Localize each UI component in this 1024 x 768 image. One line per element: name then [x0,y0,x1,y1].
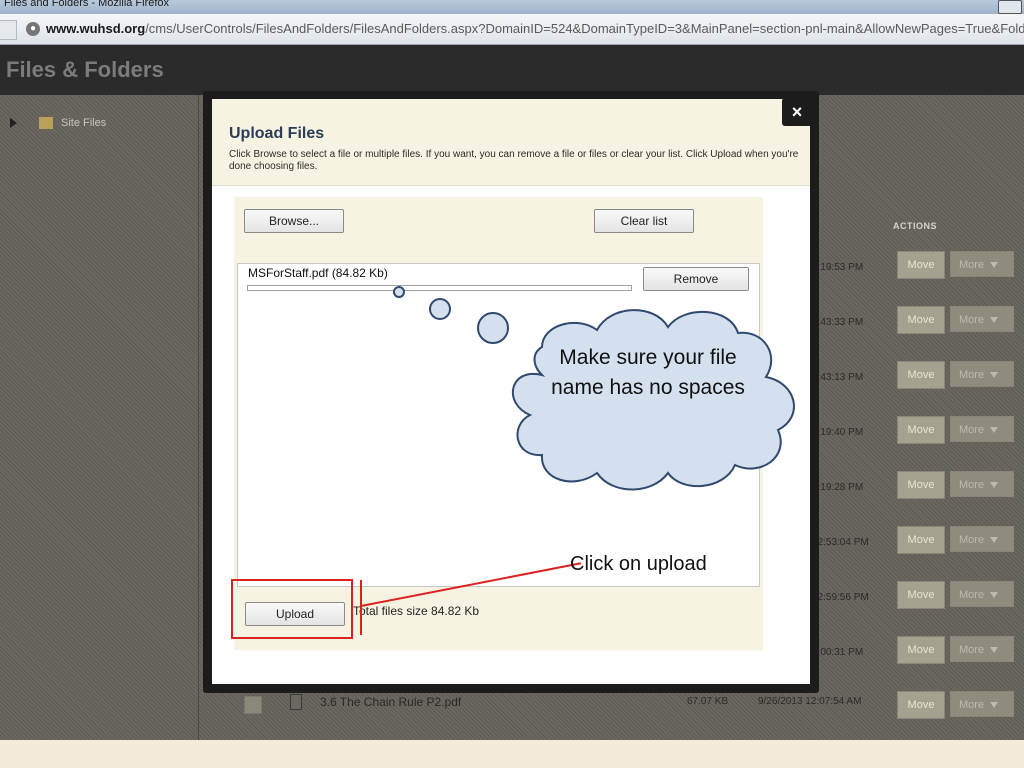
file-size: 67.07 KB [687,696,729,707]
window-title: Files and Folders - Mozilla Firefox [4,0,170,9]
more-button[interactable]: More [950,636,1014,662]
move-button[interactable]: Move [897,471,945,499]
more-label: More [959,644,985,656]
more-button[interactable]: More [950,691,1014,717]
row-time: 3:19:40 PM [812,427,864,438]
caret-down-icon [990,427,999,434]
move-button[interactable]: Move [897,581,945,609]
move-button[interactable]: Move [897,636,945,664]
tree-item-site-files[interactable]: Site Files [10,117,107,130]
caret-down-icon [990,262,999,269]
more-label: More [959,314,985,326]
thought-bubble-medium [429,298,451,320]
row-time: 3:19:53 PM [812,262,864,273]
dialog-header: Upload Files Click Browse to select a fi… [212,99,810,186]
url-text[interactable]: www.wuhsd.org/cms/UserControls/FilesAndF… [46,21,1024,36]
more-button[interactable]: More [950,471,1014,497]
move-button[interactable]: Move [897,691,945,719]
caret-down-icon [990,702,999,709]
more-button[interactable]: More [950,306,1014,332]
move-button[interactable]: Move [897,416,945,444]
caret-down-icon [990,317,999,324]
folder-sidebar: Site Files [0,95,199,740]
folder-icon [39,117,53,130]
dialog-title: Upload Files [229,125,325,142]
upload-highlight-box [231,579,353,639]
callout-line-vertical [360,580,362,635]
more-label: More [959,589,985,601]
file-name[interactable]: 3.6 The Chain Rule P2.pdf [320,695,461,709]
dialog-description: Click Browse to select a file or multipl… [229,149,799,172]
globe-icon: ● [26,22,40,36]
caret-down-icon [990,537,999,544]
row-time: 12:59:56 PM [812,592,869,603]
caret-down-icon [990,592,999,599]
file-entry: MSForStaff.pdf (84.82 Kb) [248,266,388,280]
row-time: 2:43:33 PM [812,317,864,328]
thought-bubble-small [393,286,405,298]
browse-button[interactable]: Browse... [244,209,344,233]
thought-bubble-large [477,312,509,344]
file-icon [290,694,302,710]
bottom-strip [0,740,1024,768]
move-button[interactable]: Move [897,251,945,279]
window-control-button[interactable] [998,0,1022,14]
move-button[interactable]: Move [897,306,945,334]
row-time: 2:43:13 PM [812,372,864,383]
cloud-text: Make sure your file name has no spaces [551,346,745,399]
sidebar-toggle-tab[interactable] [0,20,17,40]
more-label: More [959,424,985,436]
more-label: More [959,259,985,271]
more-button[interactable]: More [950,416,1014,442]
window-title-bar: Files and Folders - Mozilla Firefox [0,0,1024,14]
more-label: More [959,369,985,381]
file-date: 9/26/2013 12:07:54 AM [758,696,862,707]
caret-down-icon [990,482,999,489]
caret-down-icon [990,372,999,379]
clear-list-button[interactable]: Clear list [594,209,694,233]
page-title: Files & Folders [6,57,164,82]
row-checkbox[interactable] [244,696,262,714]
more-button[interactable]: More [950,251,1014,277]
row-time: 1:00:31 PM [812,647,864,658]
row-time: 12:53:04 PM [812,537,869,548]
close-icon[interactable]: × [782,98,812,126]
more-label: More [959,479,985,491]
more-button[interactable]: More [950,361,1014,387]
url-domain: www.wuhsd.org [46,21,146,36]
more-label: More [959,699,985,711]
move-button[interactable]: Move [897,526,945,554]
address-bar[interactable]: ● www.wuhsd.org/cms/UserControls/FilesAn… [0,14,1024,45]
expand-arrow-icon[interactable] [10,118,17,129]
more-button[interactable]: More [950,526,1014,552]
move-button[interactable]: Move [897,361,945,389]
click-upload-label: Click on upload [570,553,707,575]
more-label: More [959,534,985,546]
row-time: 3:19:28 PM [812,482,864,493]
tree-item-label: Site Files [61,117,107,129]
url-path: /cms/UserControls/FilesAndFolders/FilesA… [145,21,1024,36]
more-button[interactable]: More [950,581,1014,607]
total-files-size: Total files size 84.82 Kb [353,604,480,618]
caret-down-icon [990,647,999,654]
actions-column-header: ACTIONS [893,221,937,231]
app-header: Files & Folders [0,45,1024,95]
